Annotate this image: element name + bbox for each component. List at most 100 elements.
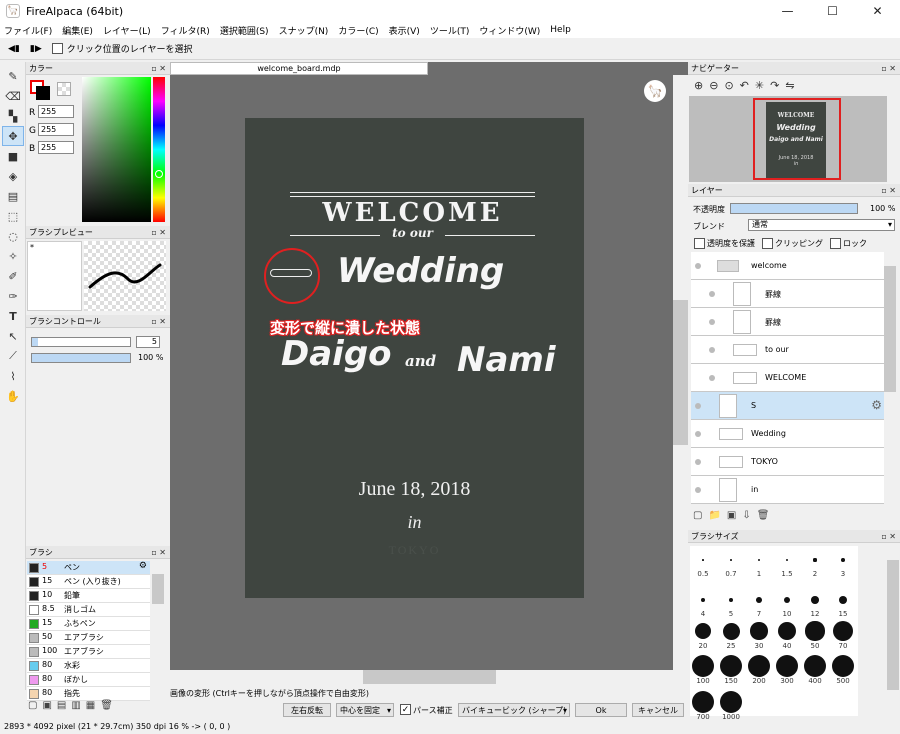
select-layer-checkbox[interactable] bbox=[51, 43, 63, 54]
brush-size-scrollbar[interactable] bbox=[887, 546, 899, 714]
brush-list-item[interactable]: 15 ペン (入り抜き) bbox=[27, 575, 150, 589]
welcome-board-canvas[interactable]: WELCOME to our Wedding Daigo and Nami Ju… bbox=[245, 118, 584, 598]
hue-handle[interactable] bbox=[155, 170, 163, 178]
layer-row[interactable]: 罫線 bbox=[691, 308, 884, 336]
visibility-icon[interactable] bbox=[709, 347, 715, 353]
brush-size-dot[interactable] bbox=[730, 559, 732, 561]
panel-controls-icon[interactable]: ▫ ✕ bbox=[881, 186, 896, 195]
hand-tool-icon[interactable]: ✋ bbox=[2, 386, 24, 406]
visibility-icon[interactable] bbox=[709, 291, 715, 297]
visibility-icon[interactable] bbox=[695, 431, 701, 437]
gear-icon[interactable]: ⚙ bbox=[139, 561, 147, 571]
blend-dropdown[interactable]: 通常 ▾ bbox=[748, 219, 895, 231]
lasso-tool-icon[interactable]: ◌ bbox=[2, 226, 24, 246]
layer-row[interactable]: S ⚙ bbox=[691, 392, 884, 420]
brush-size-dot[interactable] bbox=[805, 621, 825, 641]
layer-row[interactable]: WELCOME bbox=[691, 364, 884, 392]
lock-checkbox[interactable] bbox=[830, 238, 841, 249]
panel-controls-icon[interactable]: ▫ ✕ bbox=[881, 532, 896, 541]
brush-size-value[interactable]: 5 bbox=[136, 336, 160, 348]
canvas-vertical-scrollbar[interactable] bbox=[673, 75, 688, 670]
brush-list-item[interactable]: 5 ペン ⚙ bbox=[27, 561, 150, 575]
saturation-value-picker[interactable] bbox=[82, 77, 151, 222]
zoom-in-icon[interactable]: ⊕ bbox=[694, 79, 703, 92]
brush-list-item[interactable]: 8.5 消しゴム bbox=[27, 603, 150, 617]
brush-size-dot[interactable] bbox=[748, 655, 770, 677]
brush-size-dot[interactable] bbox=[841, 558, 845, 562]
menu-item[interactable]: レイヤー(L) bbox=[103, 24, 151, 37]
brush-list-item[interactable]: 80 水彩 bbox=[27, 659, 150, 673]
interpolation-dropdown[interactable]: バイキュービック (シャープ) ▾ bbox=[458, 703, 570, 717]
visibility-icon[interactable] bbox=[695, 403, 701, 409]
brush-size-dot[interactable] bbox=[832, 655, 854, 677]
brush-size-dot[interactable] bbox=[720, 655, 742, 677]
zoom-fit-icon[interactable]: ⊙ bbox=[724, 79, 733, 92]
brush-size-dot[interactable] bbox=[813, 558, 817, 562]
select-tool-icon[interactable]: ⬚ bbox=[2, 206, 24, 226]
layer-row[interactable]: to our bbox=[691, 336, 884, 364]
brush-list-item[interactable]: 15 ふちペン bbox=[27, 617, 150, 631]
fill-rect-tool-icon[interactable]: ■ bbox=[2, 146, 24, 166]
hue-slider[interactable] bbox=[153, 77, 165, 222]
navigator-preview[interactable]: WELCOME Wedding Daigo and Nami June 18, … bbox=[689, 96, 887, 182]
gradient-tool-icon[interactable]: ▤ bbox=[2, 186, 24, 206]
canvas-horizontal-scrollbar[interactable] bbox=[170, 670, 673, 684]
perspective-checkbox[interactable] bbox=[400, 704, 411, 715]
dot-tool-icon[interactable]: ▚ bbox=[2, 106, 24, 126]
magic-wand-tool-icon[interactable]: ✧ bbox=[2, 246, 24, 266]
maximize-button[interactable]: ☐ bbox=[810, 0, 855, 22]
zoom-out-icon[interactable]: ⊖ bbox=[709, 79, 718, 92]
layer-row[interactable]: Wedding bbox=[691, 420, 884, 448]
menu-item[interactable]: Help bbox=[550, 25, 571, 35]
ok-button[interactable]: Ok bbox=[575, 703, 627, 717]
brush-size-dot[interactable] bbox=[692, 655, 714, 677]
menu-item[interactable]: フィルタ(R) bbox=[161, 24, 210, 37]
layer-panel-buttons[interactable]: ▢📁▣⇩🗑 bbox=[693, 510, 775, 521]
visibility-icon[interactable] bbox=[709, 375, 715, 381]
g-input[interactable]: 255 bbox=[38, 123, 74, 136]
select-pen-tool-icon[interactable]: ✐ bbox=[2, 266, 24, 286]
r-input[interactable]: 255 bbox=[38, 105, 74, 118]
brush-list-item[interactable]: 50 エアブラシ bbox=[27, 631, 150, 645]
menu-item[interactable]: ファイル(F) bbox=[4, 24, 52, 37]
menu-item[interactable]: スナップ(N) bbox=[279, 24, 329, 37]
visibility-icon[interactable] bbox=[695, 487, 701, 493]
next-arrow-icon[interactable]: ▮▶ bbox=[30, 44, 42, 54]
flip-horizontal-button[interactable]: 左右反転 bbox=[283, 703, 331, 717]
visibility-icon[interactable] bbox=[695, 459, 701, 465]
rotate-left-icon[interactable]: ↶ bbox=[740, 79, 749, 92]
gear-icon[interactable]: ⚙ bbox=[871, 398, 882, 412]
menu-item[interactable]: ウィンドウ(W) bbox=[479, 24, 540, 37]
layer-row[interactable]: in bbox=[691, 476, 884, 504]
panel-controls-icon[interactable]: ▫ ✕ bbox=[881, 64, 896, 73]
eraser-tool-icon[interactable]: ⌫ bbox=[2, 86, 24, 106]
alpaca-mascot-icon[interactable]: 🦙 bbox=[644, 80, 666, 102]
secondary-color-swatch[interactable] bbox=[36, 86, 50, 100]
text-tool-icon[interactable]: T bbox=[2, 306, 24, 326]
menu-item[interactable]: ツール(T) bbox=[430, 24, 470, 37]
panel-controls-icon[interactable]: ▫ ✕ bbox=[151, 548, 166, 557]
center-fix-dropdown[interactable]: 中心を固定 ▾ bbox=[336, 703, 394, 717]
brush-opacity-slider[interactable] bbox=[31, 353, 131, 363]
brush-panel-buttons[interactable]: ▢▣▤▥▦🗑 bbox=[28, 700, 158, 714]
panel-controls-icon[interactable]: ▫ ✕ bbox=[151, 228, 166, 237]
menu-item[interactable]: カラー(C) bbox=[338, 24, 378, 37]
prev-arrow-icon[interactable]: ◀▮ bbox=[8, 44, 20, 54]
brush-list-item[interactable]: 80 ぼかし bbox=[27, 673, 150, 687]
panel-controls-icon[interactable]: ▫ ✕ bbox=[151, 64, 166, 73]
eyedropper-tool-icon[interactable]: ⌇ bbox=[2, 366, 24, 386]
panel-controls-icon[interactable]: ▫ ✕ bbox=[151, 317, 166, 326]
bucket-tool-icon[interactable]: ◈ bbox=[2, 166, 24, 186]
minimize-button[interactable]: — bbox=[765, 0, 810, 22]
layer-row[interactable]: 罫線 bbox=[691, 280, 884, 308]
rotate-right-icon[interactable]: ↷ bbox=[770, 79, 779, 92]
brush-size-dot[interactable] bbox=[720, 691, 742, 713]
document-tab[interactable]: welcome_board.mdp bbox=[170, 62, 428, 75]
divide-tool-icon[interactable]: ⟋ bbox=[2, 346, 24, 366]
brush-list-item[interactable]: 10 鉛筆 bbox=[27, 589, 150, 603]
brush-size-dot[interactable] bbox=[776, 655, 798, 677]
brush-size-dot[interactable] bbox=[804, 655, 826, 677]
b-input[interactable]: 255 bbox=[38, 141, 74, 154]
layer-row[interactable]: welcome bbox=[691, 252, 884, 280]
select-eraser-tool-icon[interactable]: ✑ bbox=[2, 286, 24, 306]
